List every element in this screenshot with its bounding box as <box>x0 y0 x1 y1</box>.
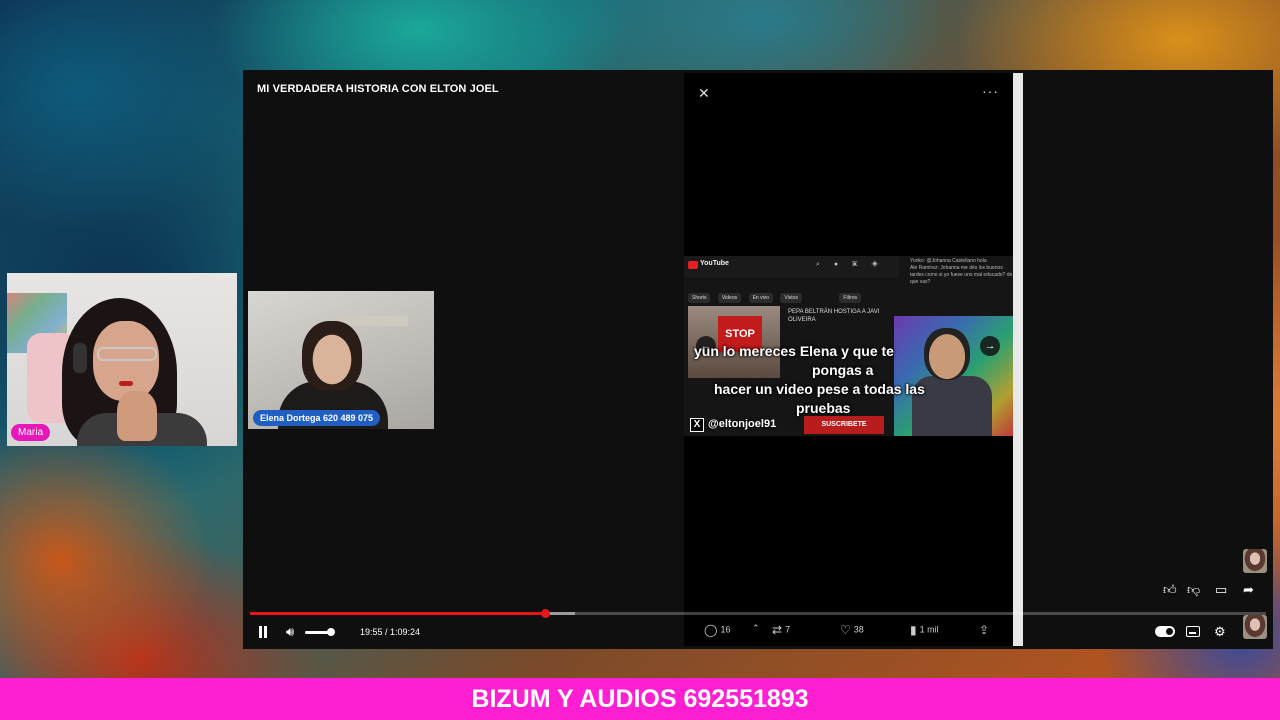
youtube-logo-text: YouTube <box>700 260 729 267</box>
repost-count: 7 <box>785 624 791 635</box>
reply-count: 16 <box>720 624 731 635</box>
youtube-logo-icon <box>688 261 698 269</box>
subtitles-icon[interactable] <box>1186 626 1200 637</box>
host-name-tag: Maria <box>11 424 51 441</box>
reply-action[interactable]: ◯ 16 <box>704 623 730 637</box>
like-icon[interactable]: 👍︎ <box>1163 582 1177 598</box>
clip-scrollbar[interactable] <box>1013 73 1023 646</box>
video-player[interactable]: MI VERDADERA HISTORIA CON ELTON JOEL Ele… <box>243 70 1273 649</box>
autoplay-toggle[interactable] <box>1155 626 1175 637</box>
heart-icon: ♡ <box>840 623 851 637</box>
video-title: MI VERDADERA HISTORIA CON ELTON JOEL <box>257 83 499 95</box>
handle-text: @eltonjoel91 <box>708 418 777 430</box>
progress-scrubber[interactable] <box>540 609 550 618</box>
subscribe-strip: SUSCRIBETE <box>804 416 884 434</box>
comment-icon: ◯ <box>704 623 718 637</box>
donation-banner: BIZUM Y AUDIOS 692551893 <box>0 678 1280 720</box>
youtube-header: YouTube ⌕ ● ▣ ◈ <box>684 256 899 278</box>
clip-subtitles: yun lo mereces Elena y que te pongas a h… <box>684 342 1013 418</box>
banner-text: BIZUM Y AUDIOS 692551893 <box>471 685 809 713</box>
youtube-chat: Yoriko: @Johanna Castellano hola Ale Ram… <box>900 256 1013 312</box>
gear-icon[interactable]: ⚙ <box>1214 624 1226 640</box>
youtube-toolbar-icons: ⌕ ● ▣ ◈ <box>816 261 885 268</box>
channel-avatar[interactable] <box>1243 615 1267 639</box>
x-handle: X @eltonjoel91 <box>686 414 780 434</box>
embedded-clip[interactable]: ✕ ··· YouTube ⌕ ● ▣ ◈ Shorts Videos En v… <box>684 73 1013 646</box>
progress-played <box>250 612 545 615</box>
volume-knob[interactable] <box>326 628 335 636</box>
subtitle-line: yun lo mereces Elena y que te <box>694 343 894 359</box>
guest-webcam: Elena Dortega 620 489 075 <box>248 291 434 429</box>
more-options-icon[interactable]: ··· <box>982 83 999 99</box>
chip: Videos <box>717 293 742 303</box>
subtitle-line: pongas a <box>812 362 874 378</box>
share-arrow-icon[interactable]: ➦ <box>1243 582 1254 598</box>
chat-line: Yoriko: @Johanna Castellano hola <box>910 258 987 264</box>
like-action[interactable]: ♡ 38 <box>840 623 864 637</box>
channel-avatar[interactable] <box>1243 549 1267 573</box>
youtube-chips: Shorts Videos En vivo Vistos Filtros <box>688 286 864 304</box>
youtube-video-title: PEPA BELTRÁN HOSTIGA A JAVI OLIVEIRA <box>788 309 880 323</box>
chip: Shorts <box>688 293 711 303</box>
chip: Filtros <box>839 293 862 303</box>
chat-line: Ale Ramírez: Johanna me dés los buenos t… <box>910 265 1013 285</box>
time-display: 19:55 / 1:09:24 <box>360 627 421 637</box>
bar-chart-icon: ▮ <box>910 623 917 637</box>
share-icon[interactable]: ⇪ <box>979 623 992 637</box>
repost-icon: ⇄ <box>772 623 783 637</box>
comments-icon[interactable]: ▭ <box>1215 582 1227 598</box>
subtitle-line: hacer un video pese a todas las <box>714 381 925 397</box>
x-logo-icon: X <box>690 418 704 432</box>
guest-name-tag: Elena Dortega 620 489 075 <box>253 410 381 426</box>
close-icon[interactable]: ✕ <box>698 85 710 102</box>
pause-icon[interactable] <box>257 626 269 638</box>
chip: En vivo <box>748 293 773 303</box>
chip: Vistos <box>780 293 802 303</box>
like-count: 38 <box>853 624 864 635</box>
views-action[interactable]: ▮ 1 mil <box>910 623 939 637</box>
clip-video-frame: YouTube ⌕ ● ▣ ◈ Shorts Videos En vivo Vi… <box>684 256 1013 436</box>
host-webcam: Maria <box>7 273 237 446</box>
volume-icon[interactable]: 🔊︎ <box>286 624 294 640</box>
view-count: 1 mil <box>919 624 939 635</box>
chevron-up-icon[interactable]: ⌃ <box>752 623 760 634</box>
repost-action[interactable]: ⇄ 7 <box>772 623 790 637</box>
post-actions: ◯ 16 ⌃ ⇄ 7 ♡ 38 ▮ 1 mil ⇪ <box>684 619 1013 641</box>
dislike-icon[interactable]: 👎︎ <box>1187 582 1200 598</box>
